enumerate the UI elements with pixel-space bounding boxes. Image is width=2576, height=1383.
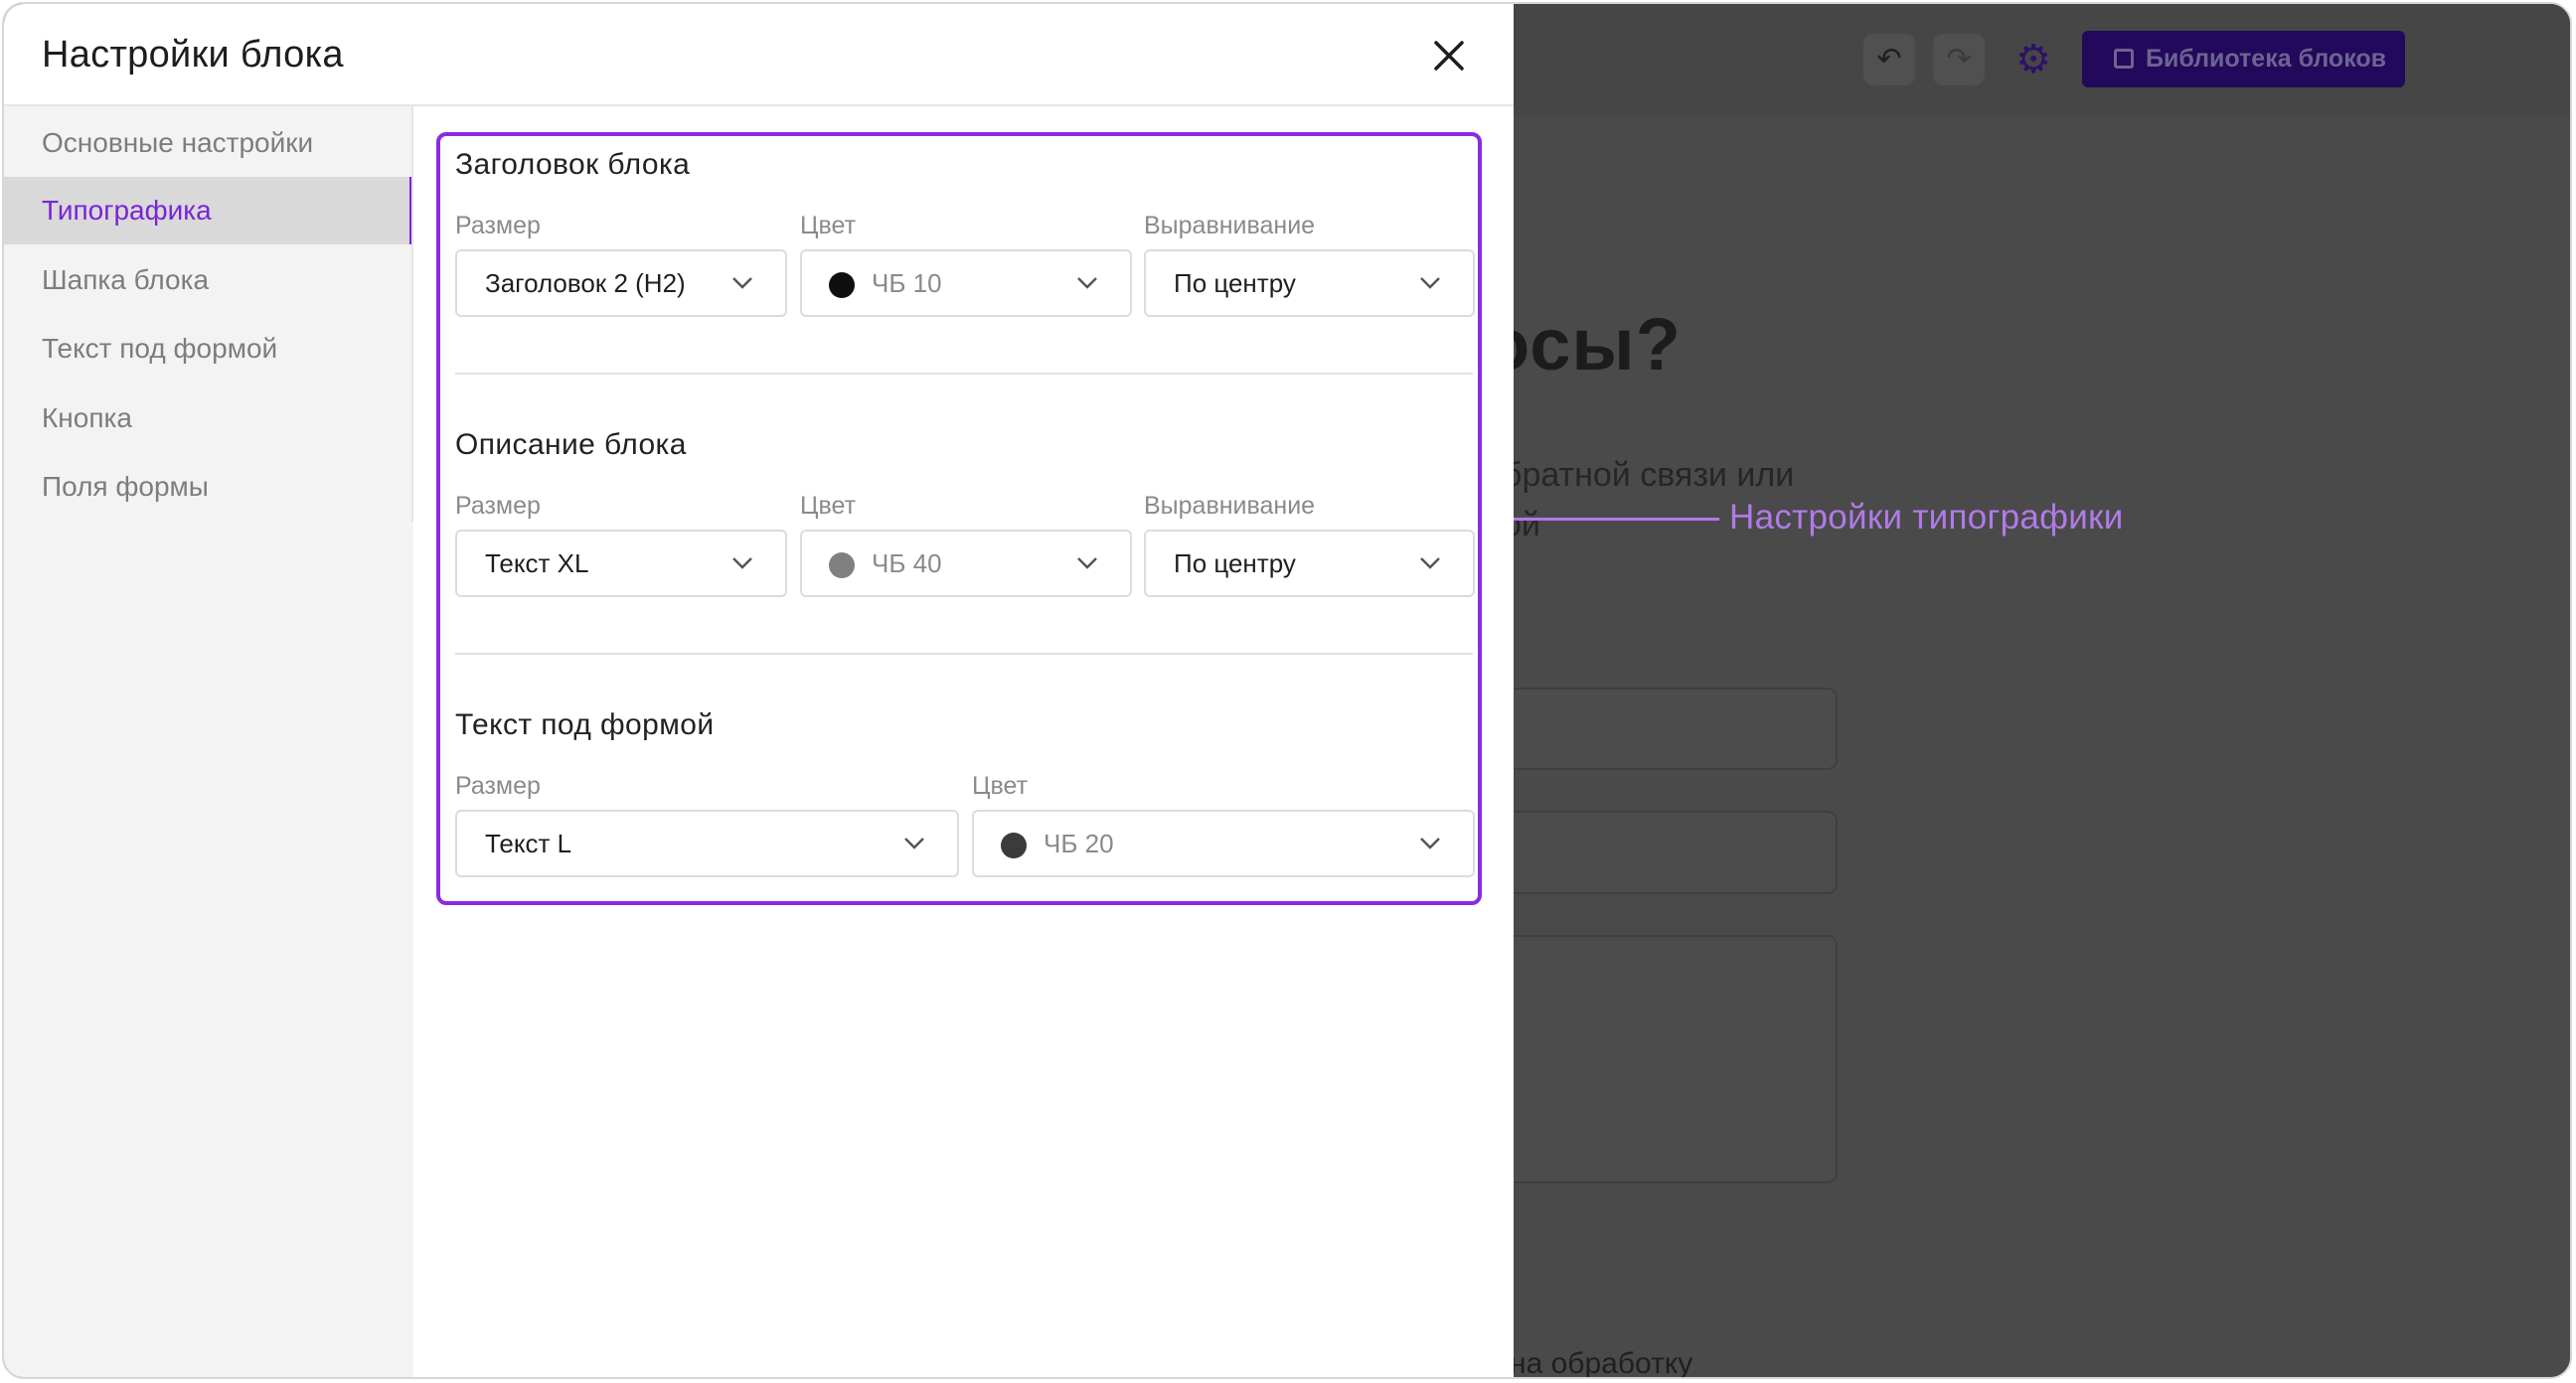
section-title-description: Описание блока	[455, 428, 687, 461]
field-label-color: Цвет	[800, 492, 857, 520]
chevron-down-icon	[1420, 838, 1440, 849]
modal-header: Настройки блока	[4, 4, 1514, 106]
heading-align-select[interactable]: По центру	[1144, 249, 1475, 317]
sidebar-item-block-header[interactable]: Шапка блока	[4, 246, 413, 314]
color-swatch	[829, 552, 855, 578]
settings-sidebar: Основные настройки Типографика Шапка бло…	[4, 106, 413, 1377]
below-form-size-select[interactable]: Текст L	[455, 810, 959, 877]
field-label-size: Размер	[455, 492, 541, 520]
redo-icon[interactable]: ↷	[1933, 34, 1985, 85]
chevron-down-icon	[904, 838, 924, 849]
select-value: По центру	[1174, 548, 1296, 578]
field-label-size: Размер	[455, 212, 541, 239]
sidebar-item-form-fields[interactable]: Поля формы	[4, 453, 413, 521]
block-library-label: Библиотека блоков	[2146, 45, 2387, 73]
select-value: Заголовок 2 (H2)	[485, 268, 686, 298]
modal-title: Настройки блока	[42, 34, 344, 76]
chevron-down-icon	[1420, 557, 1440, 569]
description-color-select[interactable]: ЧБ 40	[800, 530, 1132, 597]
section-divider	[455, 373, 1473, 375]
annotation-label: Настройки типографики	[1729, 498, 2124, 537]
sidebar-item-button[interactable]: Кнопка	[4, 384, 413, 452]
preview-heading: осы?	[1485, 303, 1682, 385]
sidebar-item-typography[interactable]: Типографика	[4, 177, 413, 244]
app-frame: ↶ ↷ ⚙ Библиотека блоков осы? братной свя…	[2, 2, 2572, 1379]
field-label-color: Цвет	[972, 772, 1029, 800]
color-swatch	[829, 272, 855, 298]
color-swatch	[1001, 833, 1027, 858]
select-value: Текст L	[485, 829, 572, 858]
field-label-size: Размер	[455, 772, 541, 800]
preview-textarea	[1485, 935, 1838, 1183]
heading-color-select[interactable]: ЧБ 10	[800, 249, 1132, 317]
preview-consent-text: е на обработку	[1485, 1347, 1693, 1379]
heading-size-select[interactable]: Заголовок 2 (H2)	[455, 249, 787, 317]
field-label-alignment: Выравнивание	[1144, 212, 1316, 239]
select-value: По центру	[1174, 268, 1296, 298]
sidebar-item-text-below-form[interactable]: Текст под формой	[4, 315, 413, 383]
select-value: Текст XL	[485, 548, 589, 578]
chevron-down-icon	[1420, 277, 1440, 289]
chevron-down-icon	[732, 277, 752, 289]
close-button[interactable]	[1427, 34, 1471, 77]
chevron-down-icon	[1077, 557, 1097, 569]
undo-icon[interactable]: ↶	[1863, 34, 1915, 85]
field-label-color: Цвет	[800, 212, 857, 239]
close-icon	[1434, 41, 1464, 71]
library-icon	[2114, 49, 2134, 69]
gear-icon[interactable]: ⚙	[2008, 34, 2059, 85]
chevron-down-icon	[732, 557, 752, 569]
section-divider	[455, 653, 1473, 655]
description-align-select[interactable]: По центру	[1144, 530, 1475, 597]
below-form-color-select[interactable]: ЧБ 20	[972, 810, 1475, 877]
section-title-text-below-form: Текст под формой	[455, 708, 715, 741]
field-label-alignment: Выравнивание	[1144, 492, 1316, 520]
chevron-down-icon	[1077, 277, 1097, 289]
block-settings-modal: Настройки блока Основные настройки Типог…	[4, 4, 1514, 1377]
preview-input-2	[1485, 811, 1838, 894]
preview-description-line1: братной связи или	[1503, 456, 1795, 494]
annotation-line	[1491, 518, 1719, 521]
description-size-select[interactable]: Текст XL	[455, 530, 787, 597]
section-title-heading: Заголовок блока	[455, 148, 691, 181]
preview-input-1	[1485, 688, 1838, 770]
sidebar-item-general[interactable]: Основные настройки	[4, 109, 413, 177]
typography-highlight-box	[436, 132, 1482, 905]
block-library-button[interactable]: Библиотека блоков	[2082, 31, 2405, 87]
